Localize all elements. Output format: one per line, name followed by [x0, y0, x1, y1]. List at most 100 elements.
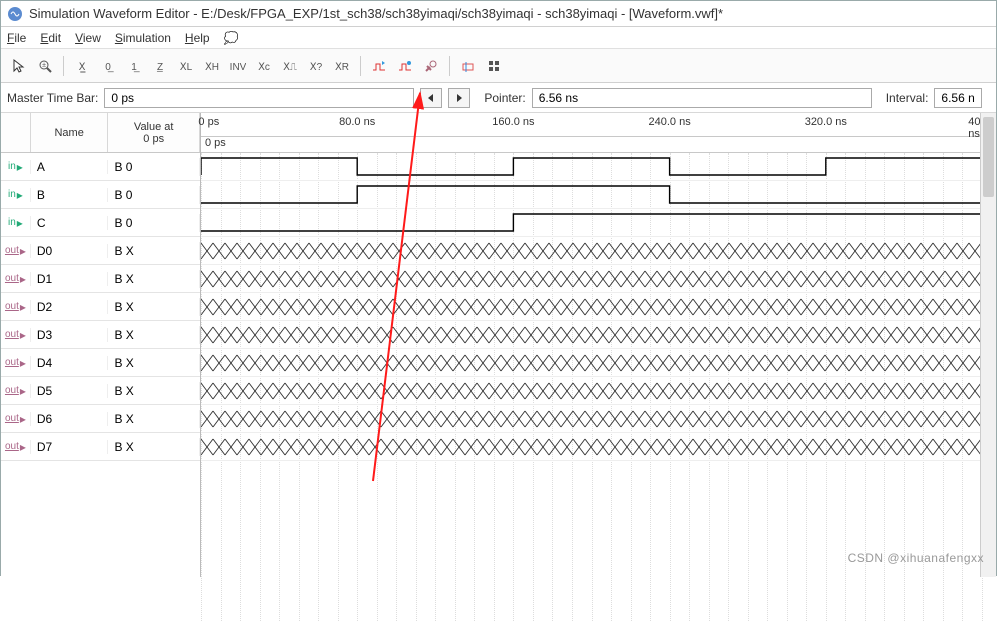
unknown-wave — [201, 237, 982, 265]
interval-input[interactable] — [934, 88, 982, 108]
signal-row[interactable]: out▸D4B X — [1, 349, 200, 377]
signal-name: D3 — [31, 328, 109, 342]
pin-out-icon: out▸ — [1, 272, 31, 286]
signal-name: B — [31, 188, 109, 202]
force-z-button[interactable]: Z̲ — [148, 54, 172, 78]
pin-out-icon: out▸ — [1, 356, 31, 370]
force-unknown-button[interactable]: Ⅹ̲ — [70, 54, 94, 78]
menu-help[interactable]: Help — [185, 31, 210, 45]
wave-row[interactable] — [201, 405, 996, 433]
signal-header: Name Value at 0 ps — [1, 113, 200, 153]
prev-transition-button[interactable] — [420, 88, 442, 108]
signal-value: B 0 — [108, 214, 200, 232]
digital-wave — [201, 209, 982, 237]
scrollbar-thumb[interactable] — [983, 117, 994, 197]
unknown-wave — [201, 349, 982, 377]
vertical-scrollbar[interactable] — [980, 113, 996, 577]
menu-simulation[interactable]: Simulation — [115, 31, 171, 45]
signal-row[interactable]: out▸D7B X — [1, 433, 200, 461]
wave-row[interactable] — [201, 293, 996, 321]
ruler-tick: 0 ps — [198, 116, 219, 128]
col-value-header[interactable]: Value at 0 ps — [108, 113, 200, 152]
pin-out-icon: out▸ — [1, 244, 31, 258]
wave-row[interactable] — [201, 265, 996, 293]
signal-value: B X — [108, 270, 200, 288]
zoom-icon: ± — [37, 58, 53, 74]
signal-row[interactable]: out▸D0B X — [1, 237, 200, 265]
force-arbitrary-button[interactable]: Ⅹ? — [304, 54, 328, 78]
ruler-tick: 80.0 ns — [339, 116, 375, 128]
wave-row[interactable] — [201, 321, 996, 349]
digital-wave — [201, 153, 982, 181]
unknown-wave — [201, 433, 982, 461]
signal-value: B X — [108, 354, 200, 372]
wave-row[interactable] — [201, 377, 996, 405]
settings-button[interactable] — [419, 54, 443, 78]
wave-row[interactable] — [201, 209, 996, 237]
window-title: Simulation Waveform Editor - E:/Desk/FPG… — [29, 6, 723, 21]
col-name-header[interactable]: Name — [31, 113, 109, 152]
wave-row[interactable] — [201, 153, 996, 181]
snap-button[interactable] — [456, 54, 480, 78]
pointer-button[interactable] — [7, 54, 31, 78]
wave-row[interactable] — [201, 181, 996, 209]
force-high-button[interactable]: 1̲ — [122, 54, 146, 78]
signal-row[interactable]: out▸D2B X — [1, 293, 200, 321]
svg-text:1̲: 1̲ — [131, 62, 140, 73]
settings-icon — [423, 58, 439, 74]
force-clock-icon: Ⅹ⎍ — [282, 58, 298, 74]
menu-edit[interactable]: Edit — [40, 31, 61, 45]
unknown-wave — [201, 293, 982, 321]
search-icon[interactable]: 💭 — [224, 31, 239, 45]
force-low-button[interactable]: 0̲ — [96, 54, 120, 78]
toolbar-separator — [63, 56, 64, 76]
signal-row[interactable]: in▸CB 0 — [1, 209, 200, 237]
toolbar: ± Ⅹ̲ 0̲ 1̲ Z̲ ⅩL ⅩH INV Ⅹc Ⅹ⎍ Ⅹ? ⅩR — [1, 49, 996, 83]
force-count-button[interactable]: Ⅹc — [252, 54, 276, 78]
svg-text:±: ± — [42, 62, 46, 69]
force-count-icon: Ⅹc — [256, 58, 272, 74]
signal-row[interactable]: out▸D3B X — [1, 321, 200, 349]
run-functional-button[interactable] — [367, 54, 391, 78]
signal-name: D6 — [31, 412, 109, 426]
force-clock-button[interactable]: Ⅹ⎍ — [278, 54, 302, 78]
force-random-icon: ⅩR — [334, 58, 350, 74]
signal-row[interactable]: out▸D1B X — [1, 265, 200, 293]
pin-in-icon: in▸ — [1, 216, 31, 230]
wave-row[interactable] — [201, 237, 996, 265]
wave-row[interactable] — [201, 349, 996, 377]
svg-text:ⅩH: ⅩH — [205, 62, 219, 73]
wave-ruler[interactable]: 0 ps80.0 ns160.0 ns240.0 ns320.0 ns400.0… — [201, 113, 996, 137]
wave-row[interactable] — [201, 433, 996, 461]
titlebar: Simulation Waveform Editor - E:/Desk/FPG… — [1, 1, 996, 27]
wave-cursor-label: 0 ps — [201, 137, 996, 153]
force-weak-low-button[interactable]: ⅩL — [174, 54, 198, 78]
signal-value: B X — [108, 438, 200, 456]
force-weak-high-button[interactable]: ⅩH — [200, 54, 224, 78]
force-weak-high-icon: ⅩH — [204, 58, 220, 74]
svg-text:INV: INV — [230, 62, 246, 73]
signal-row[interactable]: out▸D6B X — [1, 405, 200, 433]
app-icon — [7, 6, 23, 22]
menu-view[interactable]: View — [75, 31, 101, 45]
master-time-input[interactable] — [104, 88, 414, 108]
svg-text:Z̲: Z̲ — [157, 62, 163, 73]
force-inv-button[interactable]: INV — [226, 54, 250, 78]
svg-text:0̲: 0̲ — [105, 62, 114, 73]
run-timing-button[interactable] — [393, 54, 417, 78]
signal-value: B 0 — [108, 158, 200, 176]
ruler-tick: 240.0 ns — [648, 116, 690, 128]
menu-file[interactable]: File — [7, 31, 26, 45]
next-transition-button[interactable] — [448, 88, 470, 108]
grid-button[interactable] — [482, 54, 506, 78]
signal-row[interactable]: in▸AB 0 — [1, 153, 200, 181]
signal-value: B X — [108, 326, 200, 344]
snap-icon — [460, 58, 476, 74]
wave-pane[interactable]: 0 ps80.0 ns160.0 ns240.0 ns320.0 ns400.0… — [201, 113, 996, 577]
signal-row[interactable]: in▸BB 0 — [1, 181, 200, 209]
signal-value: B X — [108, 410, 200, 428]
pointer-input[interactable] — [532, 88, 872, 108]
signal-row[interactable]: out▸D5B X — [1, 377, 200, 405]
force-random-button[interactable]: ⅩR — [330, 54, 354, 78]
zoom-button[interactable]: ± — [33, 54, 57, 78]
